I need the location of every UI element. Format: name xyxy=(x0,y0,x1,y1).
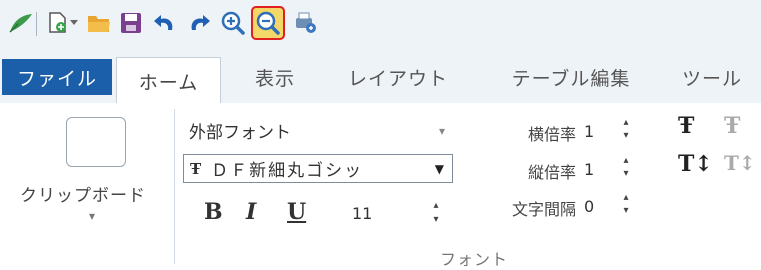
v-scale-label: 縦倍率 xyxy=(527,163,576,182)
quick-access-toolbar xyxy=(0,0,761,51)
font-size-down-icon[interactable]: ▾ xyxy=(429,215,443,225)
clipboard-label[interactable]: クリップボード xyxy=(20,181,146,206)
new-dropdown-arrow-icon[interactable] xyxy=(68,8,80,38)
font-size-up-icon[interactable]: ▴ xyxy=(429,201,443,211)
zoom-in-icon[interactable] xyxy=(218,8,248,38)
chevron-down-icon: ▾ xyxy=(438,123,445,138)
clipboard-button[interactable] xyxy=(66,117,126,167)
font-name-value: ＤＦ新細丸ゴシッ xyxy=(211,161,364,181)
underline-button[interactable]: U xyxy=(287,199,306,225)
h-scale-down-icon[interactable]: ▾ xyxy=(619,131,633,141)
v-scale-value: 1 xyxy=(584,159,595,179)
v-scale-down-icon[interactable]: ▾ xyxy=(619,169,633,179)
print-settings-icon[interactable] xyxy=(290,8,320,38)
v-scale-up-icon[interactable]: ▴ xyxy=(619,156,633,166)
ribbon-panel: クリップボード ▾ 外部フォント ▾ Ŧ ＤＦ新細丸ゴシッ ▼ B I U 11… xyxy=(0,103,761,269)
text-wide-disabled-icon: Ŧ xyxy=(724,113,741,139)
font-name-select[interactable]: Ŧ ＤＦ新細丸ゴシッ ▼ xyxy=(183,154,453,183)
font-type-select[interactable]: 外部フォント ▾ xyxy=(183,116,453,145)
char-spacing-value: 0 xyxy=(584,196,595,216)
h-scale-up-icon[interactable]: ▴ xyxy=(619,118,633,128)
text-wide-icon[interactable]: Ŧ xyxy=(678,113,694,139)
tab-table-edit[interactable]: テーブル編集 xyxy=(496,57,646,97)
tab-file[interactable]: ファイル xyxy=(2,59,112,95)
italic-button[interactable]: I xyxy=(246,199,256,225)
bold-button[interactable]: B xyxy=(204,199,223,225)
redo-icon[interactable] xyxy=(184,8,214,38)
undo-icon[interactable] xyxy=(150,8,180,38)
save-icon[interactable] xyxy=(116,8,146,38)
font-type-glyph-icon: Ŧ xyxy=(190,159,202,178)
text-tall-disabled-icon: T↕ xyxy=(724,151,756,175)
tab-layout[interactable]: レイアウト xyxy=(338,57,458,97)
chevron-down-icon: ▼ xyxy=(434,161,444,176)
char-spacing-label: 文字間隔 xyxy=(511,200,576,219)
open-folder-icon[interactable] xyxy=(84,8,114,38)
h-scale-label: 横倍率 xyxy=(527,125,576,144)
clipboard-dropdown-arrow-icon[interactable]: ▾ xyxy=(89,209,95,223)
font-type-value: 外部フォント xyxy=(189,123,291,143)
group-divider xyxy=(174,109,175,264)
tab-tools[interactable]: ツール xyxy=(672,57,752,97)
ribbon-tab-bar: ファイル ホーム 表示 レイアウト テーブル編集 ツール xyxy=(0,51,761,104)
toolbar-separator xyxy=(36,12,37,36)
zoom-out-icon[interactable] xyxy=(251,6,285,40)
char-spacing-down-icon[interactable]: ▾ xyxy=(619,206,633,216)
h-scale-value: 1 xyxy=(584,121,595,141)
char-spacing-up-icon[interactable]: ▴ xyxy=(619,193,633,203)
brush-icon[interactable] xyxy=(6,8,36,38)
font-size-value: 11 xyxy=(352,203,373,223)
text-tall-icon[interactable]: T↕ xyxy=(678,151,713,177)
tab-view[interactable]: 表示 xyxy=(240,57,310,97)
tab-home[interactable]: ホーム xyxy=(116,57,221,104)
font-group-label: フォント xyxy=(440,250,509,269)
